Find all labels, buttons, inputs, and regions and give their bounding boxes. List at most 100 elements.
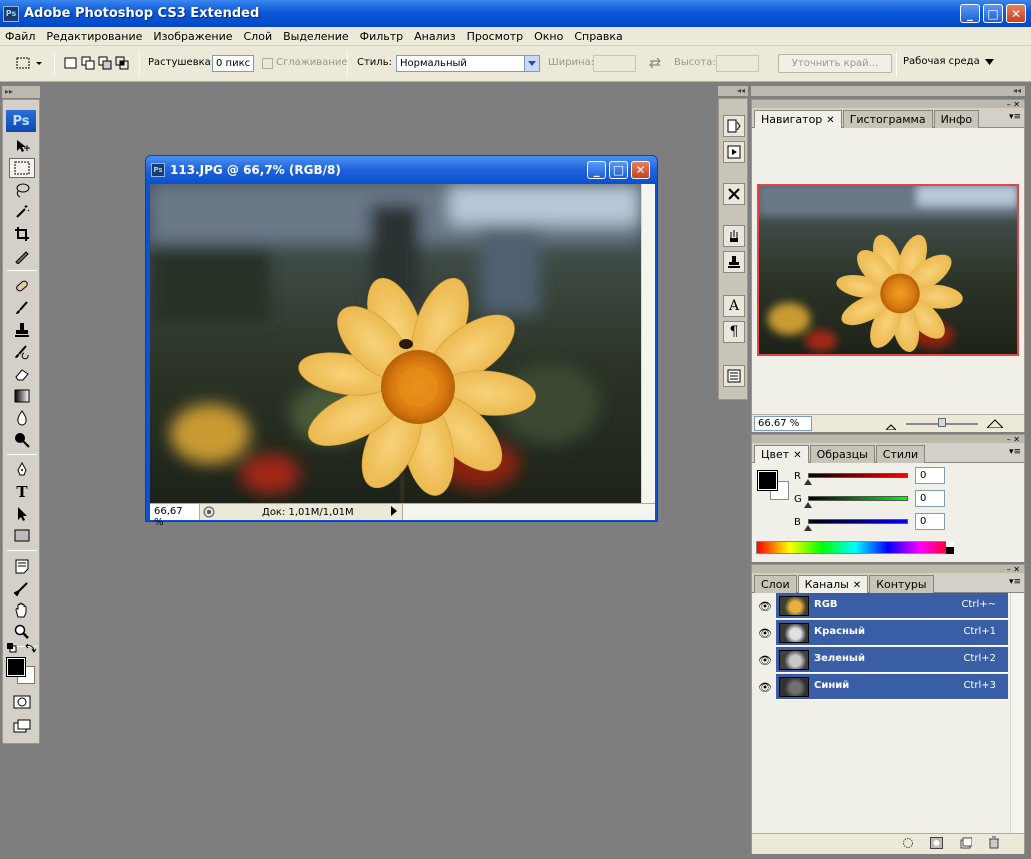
crop-tool[interactable] [9, 224, 35, 244]
panel-menu-icon[interactable]: ▾≡ [1009, 447, 1021, 457]
marquee-tool[interactable] [9, 158, 35, 178]
green-value-input[interactable]: 0 [915, 490, 945, 507]
lasso-tool[interactable] [9, 180, 35, 200]
document-zoom-field[interactable]: 66,67 % [150, 504, 200, 528]
tab-channels[interactable]: Каналы ✕ [797, 575, 869, 594]
pen-tool[interactable] [9, 460, 35, 480]
menu-window[interactable]: Окно [529, 30, 569, 43]
tab-close-icon[interactable]: ✕ [853, 580, 861, 591]
notes-tool[interactable] [9, 556, 35, 576]
document-minimize-button[interactable]: _ [587, 161, 606, 179]
shape-tool[interactable] [9, 526, 35, 546]
eyedropper-tool[interactable] [9, 578, 35, 598]
clone-source-button[interactable] [723, 251, 745, 273]
red-value-input[interactable]: 0 [915, 467, 945, 484]
zoom-out-button[interactable] [884, 420, 898, 433]
right-dock-grip[interactable]: ◂◂ [751, 86, 1025, 96]
tab-navigator[interactable]: Навигатор ✕ [754, 110, 842, 129]
maximize-button[interactable]: □ [983, 4, 1003, 23]
channel-row-rgb[interactable]: 👁 RGB Ctrl+~ [754, 593, 1008, 619]
hand-tool[interactable] [9, 600, 35, 620]
feather-input[interactable]: 0 пикс [212, 55, 254, 72]
navigator-zoom-thumb[interactable] [938, 418, 946, 427]
document-close-button[interactable]: ✕ [631, 161, 650, 179]
visibility-eye-icon[interactable]: 👁 [754, 593, 776, 619]
menu-select[interactable]: Выделение [278, 30, 355, 43]
height-input[interactable] [716, 55, 759, 72]
panel-menu-icon[interactable]: ▾≡ [1009, 577, 1021, 587]
menu-view[interactable]: Просмотр [462, 30, 529, 43]
tab-info[interactable]: Инфо [933, 110, 980, 128]
brushes-panel-button[interactable] [723, 225, 745, 247]
document-maximize-button[interactable]: □ [609, 161, 628, 179]
zoom-in-button[interactable] [985, 418, 1005, 431]
dock-grip[interactable]: ◂◂ [718, 86, 748, 96]
width-input[interactable] [593, 55, 636, 72]
add-selection-button[interactable] [80, 55, 96, 71]
tab-close-icon[interactable]: ✕ [826, 115, 834, 126]
document-horizontal-scrollbar[interactable] [402, 504, 655, 520]
green-slider-track[interactable] [808, 496, 908, 501]
zoom-tool[interactable] [9, 622, 35, 642]
magic-wand-tool[interactable] [9, 202, 35, 222]
workspace-menu[interactable]: Рабочая среда [903, 56, 994, 67]
panel-collapse-icon[interactable]: – ✕ [1007, 100, 1020, 109]
blur-tool[interactable] [9, 408, 35, 428]
actions-panel-button[interactable] [723, 141, 745, 163]
quick-mask-button[interactable] [9, 692, 35, 712]
tab-color[interactable]: Цвет ✕ [754, 445, 809, 464]
refine-edge-button[interactable]: Уточнить край... [778, 54, 892, 73]
tab-histogram[interactable]: Гистограмма [842, 110, 933, 128]
spectrum-black-chip[interactable] [946, 547, 954, 554]
channels-grip[interactable] [752, 565, 1024, 573]
navigator-grip[interactable] [752, 100, 1024, 108]
visibility-eye-icon[interactable]: 👁 [754, 647, 776, 673]
document-vertical-scrollbar[interactable] [641, 184, 655, 503]
red-slider-track[interactable] [808, 473, 908, 478]
document-titlebar[interactable]: Ps 113.JPG @ 66,7% (RGB/8) _ □ ✕ [146, 156, 657, 184]
tool-presets-button[interactable] [723, 183, 745, 205]
move-tool[interactable] [9, 136, 35, 156]
panel-menu-icon[interactable]: ▾≡ [1009, 112, 1021, 122]
swap-dimensions-button[interactable] [647, 55, 663, 71]
foreground-color-swatch[interactable] [6, 657, 26, 677]
visibility-eye-icon[interactable]: 👁 [754, 674, 776, 700]
green-slider-thumb[interactable] [804, 502, 812, 508]
eyedropper-slice-tool[interactable] [9, 246, 35, 266]
menu-analysis[interactable]: Анализ [409, 30, 462, 43]
blue-slider-thumb[interactable] [804, 525, 812, 531]
status-arrow-button[interactable] [390, 506, 398, 519]
character-panel-button[interactable]: A [723, 295, 745, 317]
menu-file[interactable]: Файл [0, 30, 41, 43]
default-colors-button[interactable] [7, 643, 17, 656]
antialias-checkbox[interactable] [262, 58, 273, 69]
document-canvas[interactable] [150, 184, 641, 503]
status-menu-button[interactable] [202, 505, 216, 519]
blue-value-input[interactable]: 0 [915, 513, 945, 530]
new-channel-button[interactable] [960, 837, 973, 852]
minimize-button[interactable]: _ [960, 4, 980, 23]
subtract-selection-button[interactable] [97, 55, 113, 71]
layer-comps-button[interactable] [723, 365, 745, 387]
channel-row-red[interactable]: 👁 Красный Ctrl+1 [754, 620, 1008, 646]
channels-scrollbar[interactable] [1010, 593, 1024, 833]
eraser-tool[interactable] [9, 364, 35, 384]
history-panel-button[interactable] [723, 115, 745, 137]
panel-collapse-icon[interactable]: – ✕ [1007, 565, 1020, 574]
toolbox-grip[interactable]: ▸▸ [2, 86, 40, 98]
dodge-tool[interactable] [9, 430, 35, 450]
brush-tool[interactable] [9, 298, 35, 318]
swap-colors-button[interactable] [25, 643, 37, 656]
close-button[interactable]: ✕ [1006, 4, 1026, 23]
tab-swatches[interactable]: Образцы [809, 445, 875, 463]
menu-help[interactable]: Справка [569, 30, 628, 43]
color-grip[interactable] [752, 435, 1024, 443]
paragraph-panel-button[interactable]: ¶ [723, 321, 745, 343]
tab-paths[interactable]: Контуры [869, 575, 934, 593]
intersect-selection-button[interactable] [114, 55, 130, 71]
menu-layer[interactable]: Слой [239, 30, 279, 43]
channel-row-green[interactable]: 👁 Зеленый Ctrl+2 [754, 647, 1008, 673]
delete-channel-button[interactable] [988, 836, 1000, 852]
navigator-view-box[interactable] [757, 184, 1019, 356]
blue-slider-track[interactable] [808, 519, 908, 524]
